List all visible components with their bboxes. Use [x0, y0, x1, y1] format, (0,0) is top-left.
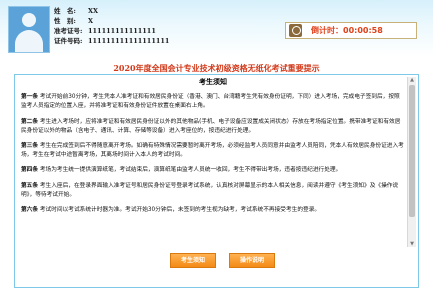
notice-paragraph: 第一条 考试开始前30分钟，考生凭本人准考证和有效居民身份证（香港、澳门、台湾籍…	[21, 93, 405, 111]
header-bar: 姓 名: XX 性 别: X 准考证号: 111111111111111 证件号码: 1…	[0, 0, 433, 56]
candidate-gender-row: 性 别: X	[54, 16, 169, 26]
candidate-notice-button[interactable]: 考生须知	[170, 253, 216, 268]
name-value: XX	[88, 7, 99, 15]
scroll-down-arrow-icon[interactable]: ▼	[409, 241, 415, 247]
candidate-name-row: 姓 名: XX	[54, 6, 169, 16]
page-title: 2020年度全国会计专业技术初级资格无纸化考试重要提示	[113, 63, 320, 73]
operation-guide-button[interactable]: 操作说明	[229, 253, 275, 268]
avatar-body-shape	[15, 30, 43, 52]
candidate-id-row: 证件号码: 111111111111111111	[54, 36, 169, 46]
article-text: 考试开始前30分钟，考生凭本人准考证和有效居民身份证（香港、澳门、台湾籍考生凭有…	[21, 94, 400, 110]
article-text: 考生在完成签到后不得随意离开考场。如确有特殊情况需要暂时离开考场，必须经监考人员…	[21, 143, 404, 159]
article-number: 第四条	[21, 167, 39, 174]
ticket-label: 准考证号:	[54, 27, 83, 35]
scroll-up-arrow-icon[interactable]: ▲	[409, 77, 415, 83]
article-number: 第三条	[21, 143, 39, 150]
countdown-timer: 倒计时：00:00:58	[285, 22, 417, 39]
gender-value: X	[88, 17, 94, 25]
button-row: 考生须知 操作说明	[15, 253, 418, 273]
id-label: 证件号码:	[54, 37, 83, 45]
article-number: 第一条	[21, 94, 39, 101]
notice-panel: 考生须知 第一条 考试开始前30分钟，考生凭本人准考证和有效居民身份证（香港、澳…	[14, 74, 419, 288]
article-number: 第二条	[21, 118, 39, 125]
notice-paragraph: 第四条 考场为考生统一提供演算纸笔，考试结束后，演算纸笔由监考人员统一收回，考生…	[21, 166, 405, 175]
notice-content[interactable]: 考生须知 第一条 考试开始前30分钟，考生凭本人准考证和有效居民身份证（香港、澳…	[21, 78, 405, 244]
article-text: 考生入座后，在登录界面输入准考证号和居民身份证号登录考试系统，认真核对屏幕显示的…	[21, 182, 399, 198]
gender-label: 性 别:	[54, 17, 76, 25]
article-text: 考场为考生统一提供演算纸笔，考试结束后，演算纸笔由监考人员统一收回，考生不得带出…	[39, 167, 342, 174]
page-title-bar: 2020年度全国会计专业技术初级资格无纸化考试重要提示	[0, 56, 433, 73]
candidate-info: 姓 名: XX 性 别: X 准考证号: 111111111111111 证件号码: 1…	[54, 6, 169, 46]
notice-paragraph: 第二条 考生进入考场时，应将准考证和有效居民身份证以外的其他物品(手机、电子设备…	[21, 118, 405, 136]
scrollbar-thumb[interactable]	[409, 85, 415, 217]
article-text: 考生进入考场时，应将准考证和有效居民身份证以外的其他物品(手机、电子设备应设置成…	[21, 118, 401, 134]
article-number: 第五条	[21, 182, 39, 189]
clock-icon	[289, 24, 302, 37]
candidate-photo	[8, 6, 50, 53]
notice-paragraph: 第五条 考生入座后，在登录界面输入准考证号和居民身份证号登录考试系统，认真核对屏…	[21, 182, 405, 200]
ticket-value: 111111111111111	[88, 27, 156, 35]
id-value: 111111111111111111	[88, 37, 170, 45]
avatar-head-shape	[22, 13, 36, 27]
article-text: 考试时间以考试系统计时器为准。考试开始30分钟后，未签到的考生视为缺考，考试系统…	[39, 207, 321, 214]
name-label: 姓 名:	[54, 7, 76, 15]
notice-heading: 考生须知	[199, 78, 227, 86]
countdown-text: 倒计时：00:00:58	[311, 26, 383, 35]
notice-paragraph: 第三条 考生在完成签到后不得随意离开考场。如确有特殊情况需要暂时离开考场，必须经…	[21, 142, 405, 160]
candidate-ticket-row: 准考证号: 111111111111111	[54, 26, 169, 36]
article-number: 第六条	[21, 207, 39, 214]
notice-paragraph: 第六条 考试时间以考试系统计时器为准。考试开始30分钟后，未签到的考生视为缺考，…	[21, 206, 405, 215]
notice-scrollbar[interactable]: ▲ ▼	[407, 77, 416, 247]
